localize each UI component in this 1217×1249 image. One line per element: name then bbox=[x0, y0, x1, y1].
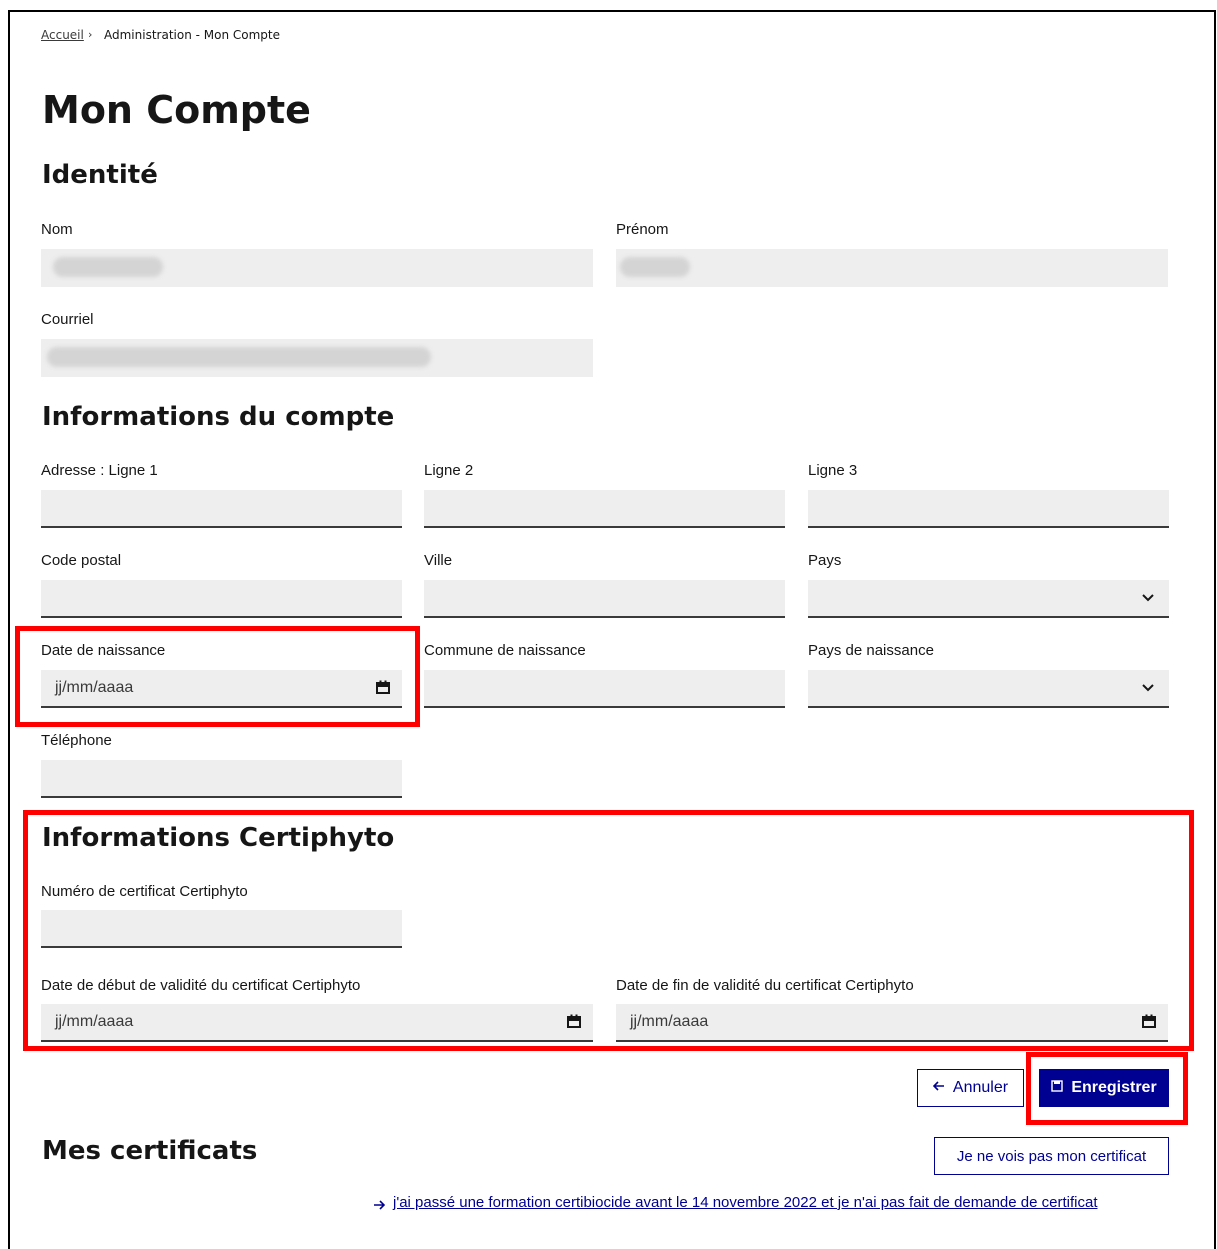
courriel-label: Courriel bbox=[41, 311, 94, 328]
courriel-field bbox=[41, 339, 593, 377]
highlight-certiphyto-section bbox=[23, 810, 1194, 1051]
breadcrumb-separator: › bbox=[88, 28, 93, 41]
adresse3-input[interactable] bbox=[808, 490, 1169, 528]
breadcrumb-home-link[interactable]: Accueil bbox=[41, 28, 84, 42]
arrow-right-icon bbox=[373, 1196, 386, 1215]
commune-naissance-label: Commune de naissance bbox=[424, 642, 586, 659]
prenom-field bbox=[616, 249, 1168, 287]
adresse1-input[interactable] bbox=[41, 490, 402, 528]
prenom-label: Prénom bbox=[616, 221, 669, 238]
missing-certificate-button[interactable]: Je ne vois pas mon certificat bbox=[934, 1137, 1169, 1175]
adresse1-label: Adresse : Ligne 1 bbox=[41, 462, 158, 479]
chevron-down-icon bbox=[1141, 590, 1155, 609]
identite-heading: Identité bbox=[42, 160, 158, 190]
pays-label: Pays bbox=[808, 552, 842, 569]
cancel-button[interactable]: Annuler bbox=[917, 1069, 1024, 1107]
redacted-courriel bbox=[47, 347, 431, 367]
missing-certificate-label: Je ne vois pas mon certificat bbox=[956, 1147, 1147, 1165]
commune-naissance-input[interactable] bbox=[424, 670, 785, 708]
highlight-save-button bbox=[1026, 1052, 1188, 1125]
nom-field bbox=[41, 249, 593, 287]
formation-certibiocide-link[interactable]: j'ai passé une formation certibiocide av… bbox=[393, 1194, 1098, 1211]
ville-input[interactable] bbox=[424, 580, 785, 618]
redacted-prenom bbox=[620, 257, 690, 277]
certificats-heading: Mes certificats bbox=[42, 1136, 258, 1166]
pays-select[interactable] bbox=[808, 580, 1169, 618]
compte-heading: Informations du compte bbox=[42, 402, 395, 432]
breadcrumb-current: Administration - Mon Compte bbox=[104, 28, 280, 42]
page-title: Mon Compte bbox=[42, 88, 311, 132]
code-postal-input[interactable] bbox=[41, 580, 402, 618]
chevron-down-icon bbox=[1141, 680, 1155, 699]
ville-label: Ville bbox=[424, 552, 453, 569]
pays-naissance-label: Pays de naissance bbox=[808, 642, 934, 659]
adresse2-input[interactable] bbox=[424, 490, 785, 528]
arrow-left-icon bbox=[932, 1079, 945, 1097]
telephone-label: Téléphone bbox=[41, 732, 112, 749]
telephone-input[interactable] bbox=[41, 760, 402, 798]
redacted-nom bbox=[53, 257, 163, 277]
adresse3-label: Ligne 3 bbox=[808, 462, 858, 479]
pays-naissance-select[interactable] bbox=[808, 670, 1169, 708]
nom-label: Nom bbox=[41, 221, 73, 238]
adresse2-label: Ligne 2 bbox=[424, 462, 474, 479]
cancel-button-label: Annuler bbox=[952, 1079, 1009, 1096]
code-postal-label: Code postal bbox=[41, 552, 122, 569]
highlight-date-naissance bbox=[15, 626, 420, 727]
